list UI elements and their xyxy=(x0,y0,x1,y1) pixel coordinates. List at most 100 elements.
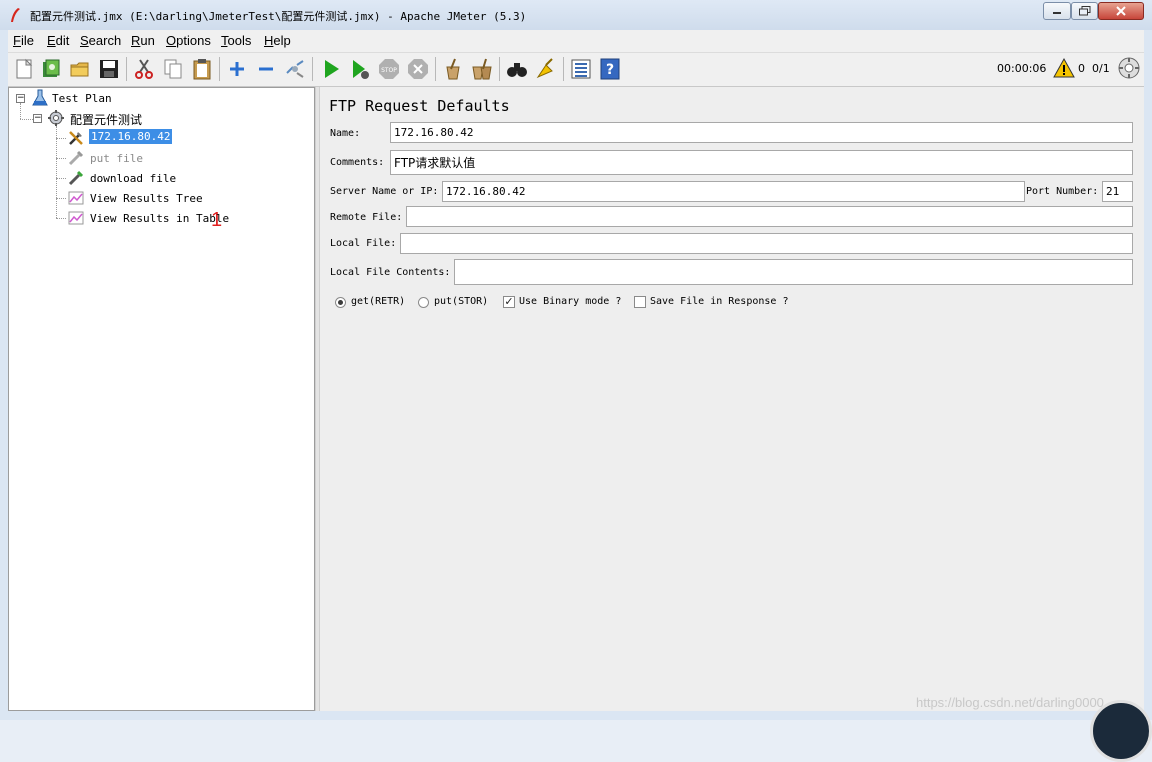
search-icon[interactable] xyxy=(505,57,529,81)
server-label: Server Name or IP: xyxy=(330,186,439,197)
get-retr-label: get(RETR) xyxy=(351,296,406,307)
paste-icon[interactable] xyxy=(190,57,214,81)
collapse-toggle[interactable]: − xyxy=(33,114,42,123)
local-file-contents-field[interactable] xyxy=(454,259,1133,285)
tree-node-put-file[interactable]: put file xyxy=(90,152,143,165)
remote-status-icon[interactable] xyxy=(1118,57,1140,79)
elapsed-timer: 00:00:06 xyxy=(997,62,1047,75)
reset-search-icon[interactable] xyxy=(534,57,558,81)
open-icon[interactable] xyxy=(68,57,92,81)
local-file-label: Local File: xyxy=(330,238,397,249)
clear-icon[interactable] xyxy=(441,57,465,81)
collapse-toggle[interactable]: − xyxy=(16,94,25,103)
binary-mode-checkbox[interactable]: ✓ xyxy=(503,296,515,308)
templates-icon[interactable] xyxy=(39,57,63,81)
tree-node-thread-group[interactable]: 配置元件测试 xyxy=(70,111,142,128)
error-count: 0 xyxy=(1078,62,1085,75)
server-field[interactable]: 172.16.80.42 xyxy=(442,181,1025,202)
toolbar-separator xyxy=(219,57,220,81)
save-file-label: Save File in Response ? xyxy=(650,296,789,307)
toolbar-separator xyxy=(312,57,313,81)
toolbar-separator xyxy=(563,57,564,81)
comments-field[interactable]: FTP请求默认值 xyxy=(390,150,1133,175)
tree-guide xyxy=(20,119,33,120)
shutdown-icon[interactable] xyxy=(406,57,430,81)
listener-graph-icon xyxy=(68,191,84,205)
toolbar-separator xyxy=(435,57,436,81)
test-plan-tree[interactable]: − Test Plan − 配置元件测试 172.16.80.42 1 put … xyxy=(8,87,315,711)
tree-node-view-results-tree[interactable]: View Results Tree xyxy=(90,192,203,205)
ftp-request-defaults-panel: FTP Request Defaults Name: 172.16.80.42 … xyxy=(320,87,1144,711)
local-file-contents-label: Local File Contents: xyxy=(330,267,451,278)
test-plan-icon xyxy=(32,89,48,106)
tree-node-view-results-table[interactable]: View Results in Table xyxy=(90,212,229,225)
listener-graph-icon xyxy=(68,211,84,225)
menu-file[interactable]: File xyxy=(13,33,34,48)
title-bar: 配置元件测试.jmx (E:\darling\JmeterTest\配置元件测试… xyxy=(0,0,1152,30)
collapse-icon[interactable] xyxy=(254,57,278,81)
menu-options[interactable]: Options xyxy=(166,33,211,48)
help-icon[interactable]: ? xyxy=(598,57,622,81)
minimize-button[interactable] xyxy=(1043,2,1071,20)
toolbar: STOP ? 00:00:06 0 0/1 xyxy=(8,53,1144,87)
menu-tools[interactable]: Tools xyxy=(221,33,251,48)
tree-node-test-plan[interactable]: Test Plan xyxy=(52,92,112,105)
menu-search[interactable]: Search xyxy=(80,33,121,48)
window-border-right xyxy=(1144,30,1152,720)
svg-text:STOP: STOP xyxy=(381,67,397,74)
close-button[interactable] xyxy=(1098,2,1144,20)
overlay-circle xyxy=(1090,700,1152,762)
jmeter-feather-icon xyxy=(11,8,20,22)
toggle-icon[interactable] xyxy=(283,57,307,81)
copy-icon[interactable] xyxy=(161,57,185,81)
binary-mode-label: Use Binary mode ? xyxy=(519,296,622,307)
local-file-field[interactable] xyxy=(400,233,1133,254)
close-icon xyxy=(1116,6,1126,16)
put-stor-label: put(STOR) xyxy=(434,296,489,307)
cut-icon[interactable] xyxy=(132,57,156,81)
thread-group-gear-icon xyxy=(48,110,64,126)
active-threads: 0/1 xyxy=(1092,62,1110,75)
warning-icon[interactable] xyxy=(1053,57,1075,79)
tree-guide xyxy=(56,178,66,179)
menu-edit[interactable]: Edit xyxy=(47,33,69,48)
name-label: Name: xyxy=(330,128,361,139)
menu-help[interactable]: Help xyxy=(264,33,291,48)
sampler-pipette-icon xyxy=(68,170,84,186)
port-label: Port Number: xyxy=(1026,186,1099,197)
restore-icon xyxy=(1078,6,1090,16)
tree-node-ftp-defaults[interactable]: 172.16.80.42 xyxy=(89,129,173,144)
stop-icon[interactable]: STOP xyxy=(377,57,401,81)
new-icon[interactable] xyxy=(12,57,36,81)
menu-run[interactable]: Run xyxy=(131,33,155,48)
tree-guide xyxy=(56,158,66,159)
svg-text:?: ? xyxy=(606,62,614,78)
toolbar-separator xyxy=(126,57,127,81)
put-stor-radio[interactable] xyxy=(418,297,429,308)
remote-file-field[interactable] xyxy=(406,206,1133,227)
tree-guide xyxy=(20,103,21,119)
name-field[interactable]: 172.16.80.42 xyxy=(390,122,1133,143)
minimize-icon xyxy=(1053,12,1061,14)
config-element-tools-icon xyxy=(69,131,83,145)
clear-all-icon[interactable] xyxy=(470,57,494,81)
get-retr-radio[interactable] xyxy=(335,297,346,308)
maximize-button[interactable] xyxy=(1071,2,1098,20)
window-title: 配置元件测试.jmx (E:\darling\JmeterTest\配置元件测试… xyxy=(30,10,527,23)
port-field[interactable]: 21 xyxy=(1102,181,1133,202)
save-file-checkbox[interactable] xyxy=(634,296,646,308)
save-icon[interactable] xyxy=(97,57,121,81)
tree-guide xyxy=(56,126,57,218)
window-border-left xyxy=(0,30,8,720)
expand-icon[interactable] xyxy=(225,57,249,81)
function-helper-icon[interactable] xyxy=(569,57,593,81)
watermark-text: https://blog.csdn.net/darling0000 xyxy=(916,695,1104,710)
panel-title: FTP Request Defaults xyxy=(329,97,510,115)
remote-file-label: Remote File: xyxy=(330,212,403,223)
start-icon[interactable] xyxy=(319,57,343,81)
tree-guide xyxy=(56,198,66,199)
tree-node-download-file[interactable]: download file xyxy=(90,172,176,185)
tree-guide xyxy=(56,218,66,219)
comments-label: Comments: xyxy=(330,157,385,168)
start-no-pause-icon[interactable] xyxy=(348,57,372,81)
